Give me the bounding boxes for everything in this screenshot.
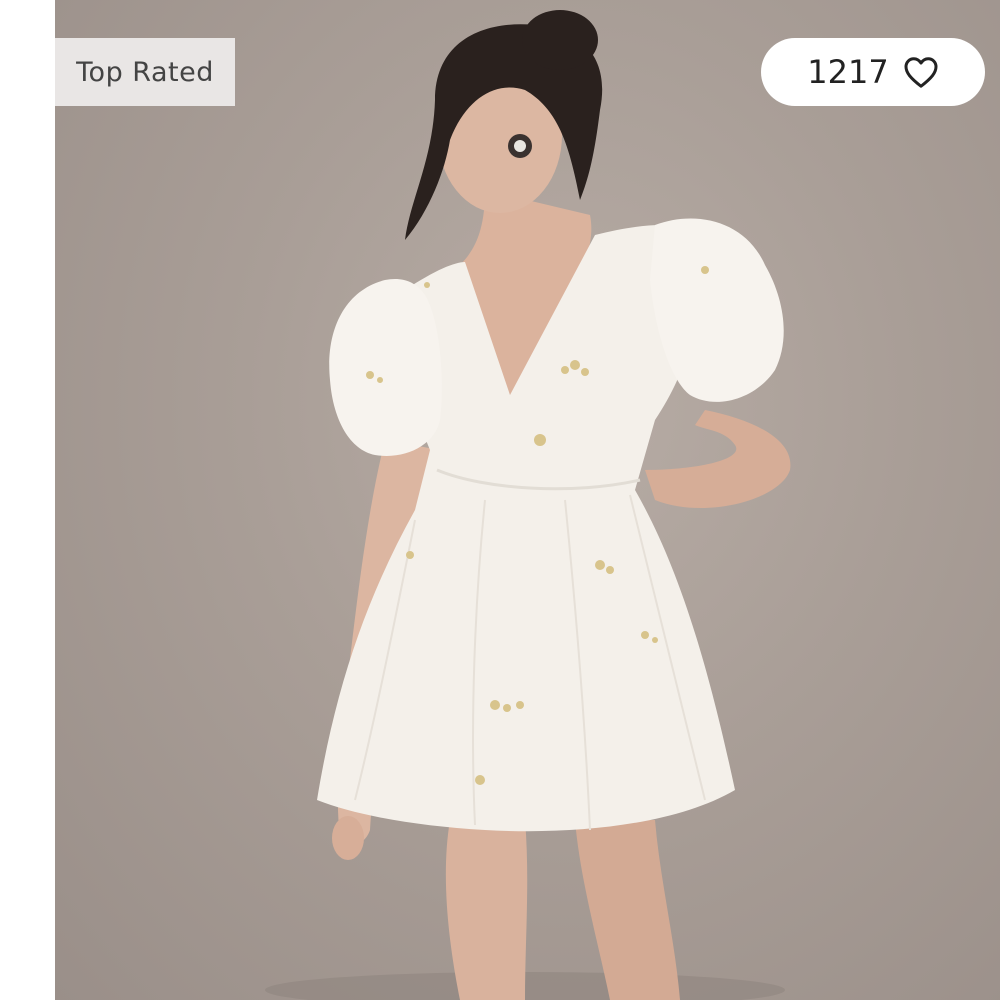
like-count: 1217 (807, 53, 889, 91)
model-in-dress-illustration (265, 10, 791, 1000)
heart-outline-icon (903, 54, 939, 90)
top-rated-badge: Top Rated (55, 38, 235, 106)
like-button[interactable]: 1217 (761, 38, 985, 106)
product-card[interactable]: Top Rated 1217 (0, 0, 1000, 1000)
product-image[interactable] (55, 0, 1000, 1000)
top-rated-label: Top Rated (76, 56, 214, 88)
